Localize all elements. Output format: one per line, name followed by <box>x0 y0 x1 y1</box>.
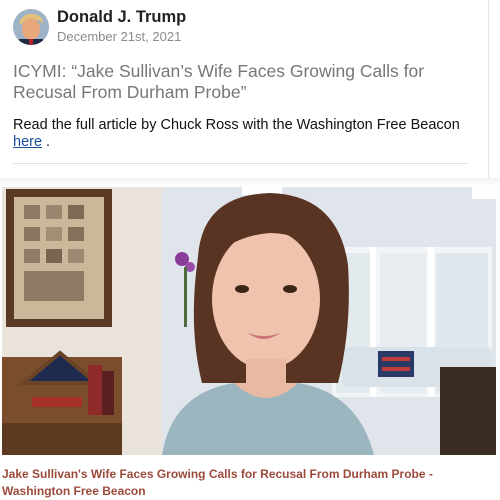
post-body-text: Read the full article by Chuck Ross with… <box>13 117 460 133</box>
post-date: December 21st, 2021 <box>57 29 182 44</box>
post-card: Donald J. Trump December 21st, 2021 ICYM… <box>0 0 489 178</box>
video-thumbnail[interactable] <box>2 187 496 455</box>
divider <box>13 163 469 164</box>
post-headline: ICYMI: “Jake Sullivan’s Wife Faces Growi… <box>13 61 425 102</box>
post-body: Read the full article by Chuck Ross with… <box>13 117 483 151</box>
video-frame-image <box>2 187 496 455</box>
author-avatar[interactable] <box>13 9 49 45</box>
video-caption-line1: Jake Sullivan's Wife Faces Growing Calls… <box>2 467 433 481</box>
post-body-suffix: . <box>42 134 51 150</box>
article-link[interactable]: here <box>13 134 42 150</box>
author-name[interactable]: Donald J. Trump <box>57 8 186 27</box>
video-caption-line2: Washington Free Beacon <box>2 484 146 498</box>
card-separator <box>0 178 500 186</box>
video-caption[interactable]: Jake Sullivan's Wife Faces Growing Calls… <box>2 466 496 500</box>
